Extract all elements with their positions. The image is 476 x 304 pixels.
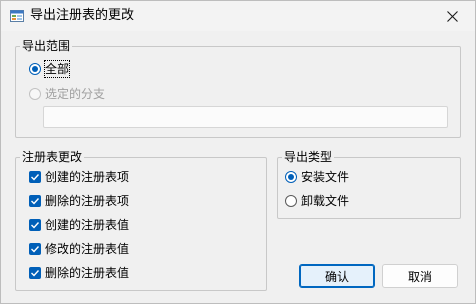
radio-indicator-selected-branch[interactable] [29, 88, 41, 100]
checkbox-created-values[interactable]: 创建的注册表值 [29, 217, 129, 233]
dialog-title: 导出注册表的更改 [30, 8, 135, 23]
radio-indicator-all[interactable] [29, 63, 41, 75]
radio-uninstall-file-label: 卸载文件 [301, 194, 350, 208]
radio-install-file[interactable]: 安装文件 [285, 169, 349, 185]
radio-export-all[interactable]: 全部 [29, 60, 71, 78]
checkbox-indicator-created-keys[interactable] [29, 171, 41, 183]
checkbox-created-keys[interactable]: 创建的注册表项 [29, 169, 129, 185]
export-type-legend: 导出类型 [282, 149, 335, 165]
checkmark-icon [31, 174, 40, 181]
registry-app-icon [10, 10, 24, 22]
ok-button-label: 确认 [324, 269, 349, 284]
ok-button[interactable]: 确认 [299, 264, 375, 288]
close-icon [446, 10, 458, 22]
close-button[interactable] [437, 5, 467, 27]
checkbox-created-keys-label: 创建的注册表项 [45, 170, 130, 184]
radio-export-all-label: 全部 [43, 60, 71, 78]
checkmark-icon [31, 246, 40, 253]
checkmark-icon [31, 198, 40, 205]
checkmark-icon [31, 270, 40, 277]
registry-changes-legend: 注册表更改 [20, 149, 85, 165]
checkbox-indicator-modified-values[interactable] [29, 243, 41, 255]
radio-install-file-label: 安装文件 [301, 170, 350, 184]
checkmark-icon [31, 222, 40, 229]
radio-indicator-uninstall-file[interactable] [285, 195, 297, 207]
checkbox-created-values-label: 创建的注册表值 [45, 218, 130, 232]
checkbox-deleted-keys-label: 删除的注册表项 [45, 194, 130, 208]
cancel-button-label: 取消 [407, 269, 432, 284]
radio-uninstall-file[interactable]: 卸载文件 [285, 193, 349, 209]
branch-path-input[interactable] [43, 106, 448, 128]
checkbox-modified-values[interactable]: 修改的注册表值 [29, 241, 129, 257]
checkbox-modified-values-label: 修改的注册表值 [45, 242, 130, 256]
radio-selected-branch-label: 选定的分支 [45, 87, 106, 101]
export-type-group: 导出类型 [277, 149, 461, 219]
cancel-button[interactable]: 取消 [382, 264, 458, 288]
checkbox-indicator-deleted-keys[interactable] [29, 195, 41, 207]
radio-indicator-install-file[interactable] [285, 171, 297, 183]
export-range-legend: 导出范围 [20, 38, 73, 54]
checkbox-deleted-keys[interactable]: 删除的注册表项 [29, 193, 129, 209]
title-bar: 导出注册表的更改 [1, 1, 475, 31]
checkbox-indicator-deleted-values[interactable] [29, 267, 41, 279]
checkbox-deleted-values[interactable]: 删除的注册表值 [29, 265, 129, 281]
checkbox-indicator-created-values[interactable] [29, 219, 41, 231]
checkbox-deleted-values-label: 删除的注册表值 [45, 266, 130, 280]
export-registry-changes-dialog: 导出注册表的更改 导出范围 全部 选定的分支 注册表更改 创建的注册表项 删除的… [0, 0, 476, 304]
radio-export-selected-branch[interactable]: 选定的分支 [29, 86, 105, 102]
